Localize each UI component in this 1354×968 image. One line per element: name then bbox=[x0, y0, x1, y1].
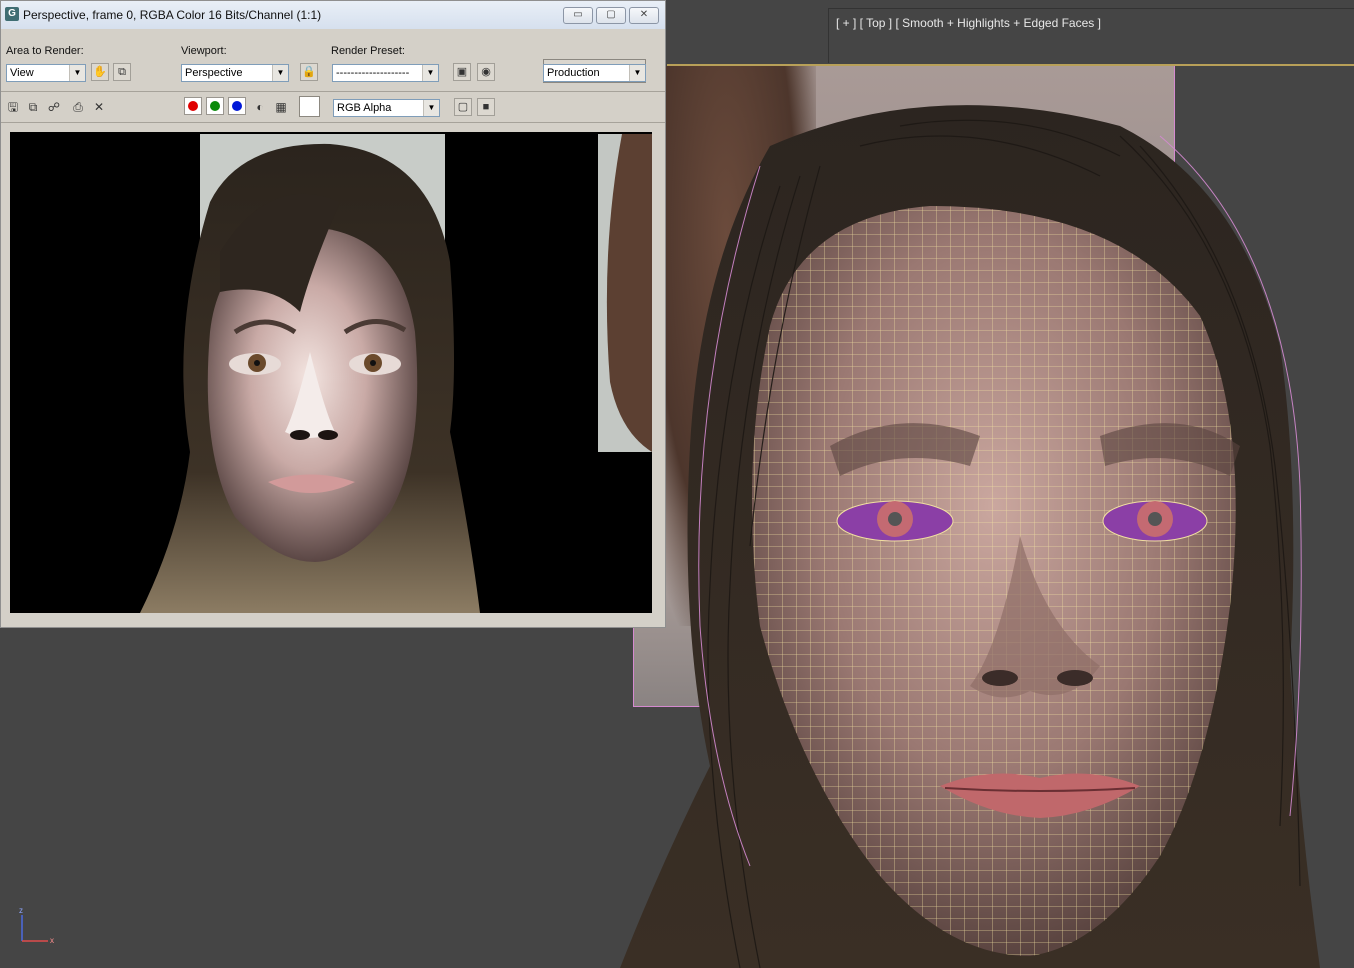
viewport-dropdown[interactable]: Perspective ▼ bbox=[181, 64, 289, 82]
alpha-channel-icon[interactable]: ◐ bbox=[253, 100, 267, 114]
axis-gizmo-icon: z x bbox=[19, 906, 54, 945]
render-preset-dropdown[interactable]: -------------------- ▼ bbox=[332, 64, 439, 82]
title-bar[interactable]: G Perspective, frame 0, RGBA Color 16 Bi… bbox=[1, 1, 665, 30]
render-settings-toolbar: Area to Render: View ▼ ✋ ⧉ Viewport: Per… bbox=[1, 29, 665, 92]
chevron-down-icon: ▼ bbox=[423, 100, 439, 116]
render-frame-window[interactable]: G Perspective, frame 0, RGBA Color 16 Bi… bbox=[0, 0, 666, 628]
blue-dot-icon bbox=[232, 101, 242, 111]
area-to-render-label: Area to Render: bbox=[6, 45, 84, 57]
render-preset-label: Render Preset: bbox=[331, 45, 405, 57]
hand-pan-icon[interactable]: ✋ bbox=[91, 63, 109, 81]
print-image-icon[interactable]: ⎙ bbox=[71, 100, 85, 114]
color-swatch[interactable] bbox=[299, 96, 320, 117]
minimize-button[interactable]: ▭ bbox=[563, 7, 593, 24]
axis-x-label: x bbox=[50, 936, 54, 945]
channel-toolbar: 🖫 ⧉ ☍ ⎙ ✕ ◐ ▦ RGB Alpha ▼ ▢ ■ bbox=[1, 92, 665, 123]
copy-region-icon[interactable]: ⧉ bbox=[113, 63, 131, 81]
channel-display-value: RGB Alpha bbox=[337, 102, 392, 114]
close-button[interactable]: ✕ bbox=[629, 7, 659, 24]
green-channel-toggle[interactable] bbox=[206, 97, 224, 115]
monochrome-icon[interactable]: ▦ bbox=[274, 100, 288, 114]
clear-image-icon[interactable]: ✕ bbox=[92, 100, 106, 114]
chevron-down-icon: ▼ bbox=[629, 65, 645, 81]
render-preset-value: -------------------- bbox=[336, 67, 410, 79]
copy-image-icon[interactable]: ⧉ bbox=[26, 100, 40, 114]
maximize-button[interactable]: ▢ bbox=[596, 7, 626, 24]
head-wireframe-model[interactable] bbox=[600, 66, 1354, 968]
rendered-image bbox=[10, 132, 652, 613]
viewport-label[interactable]: [ + ] [ Top ] [ Smooth + Highlights + Ed… bbox=[836, 16, 1101, 30]
toggle-ui-overlay-icon[interactable]: ▢ bbox=[454, 98, 472, 116]
app-logo-icon: G bbox=[5, 7, 19, 21]
toggle-ui-icon[interactable]: ■ bbox=[477, 98, 495, 116]
red-channel-toggle[interactable] bbox=[184, 97, 202, 115]
chevron-down-icon: ▼ bbox=[69, 65, 85, 81]
render-mode-dropdown[interactable]: Production ▼ bbox=[543, 64, 646, 82]
red-dot-icon bbox=[188, 101, 198, 111]
blue-channel-toggle[interactable] bbox=[228, 97, 246, 115]
viewport-value: Perspective bbox=[185, 67, 243, 79]
area-to-render-value: View bbox=[10, 67, 34, 79]
save-image-icon[interactable]: 🖫 bbox=[6, 100, 20, 114]
chevron-down-icon: ▼ bbox=[272, 65, 288, 81]
channel-display-dropdown[interactable]: RGB Alpha ▼ bbox=[333, 99, 440, 117]
chevron-down-icon: ▼ bbox=[422, 65, 438, 81]
axis-z-label: z bbox=[19, 906, 23, 915]
area-to-render-dropdown[interactable]: View ▼ bbox=[6, 64, 86, 82]
environment-effects-icon[interactable]: ◉ bbox=[477, 63, 495, 81]
clone-window-icon[interactable]: ☍ bbox=[47, 100, 61, 114]
viewport-label-text: Viewport: bbox=[181, 45, 227, 57]
green-dot-icon bbox=[210, 101, 220, 111]
window-title: Perspective, frame 0, RGBA Color 16 Bits… bbox=[23, 8, 322, 22]
lock-icon[interactable]: 🔒 bbox=[300, 63, 318, 81]
render-setup-icon[interactable]: ▣ bbox=[453, 63, 471, 81]
render-mode-value: Production bbox=[547, 67, 600, 79]
